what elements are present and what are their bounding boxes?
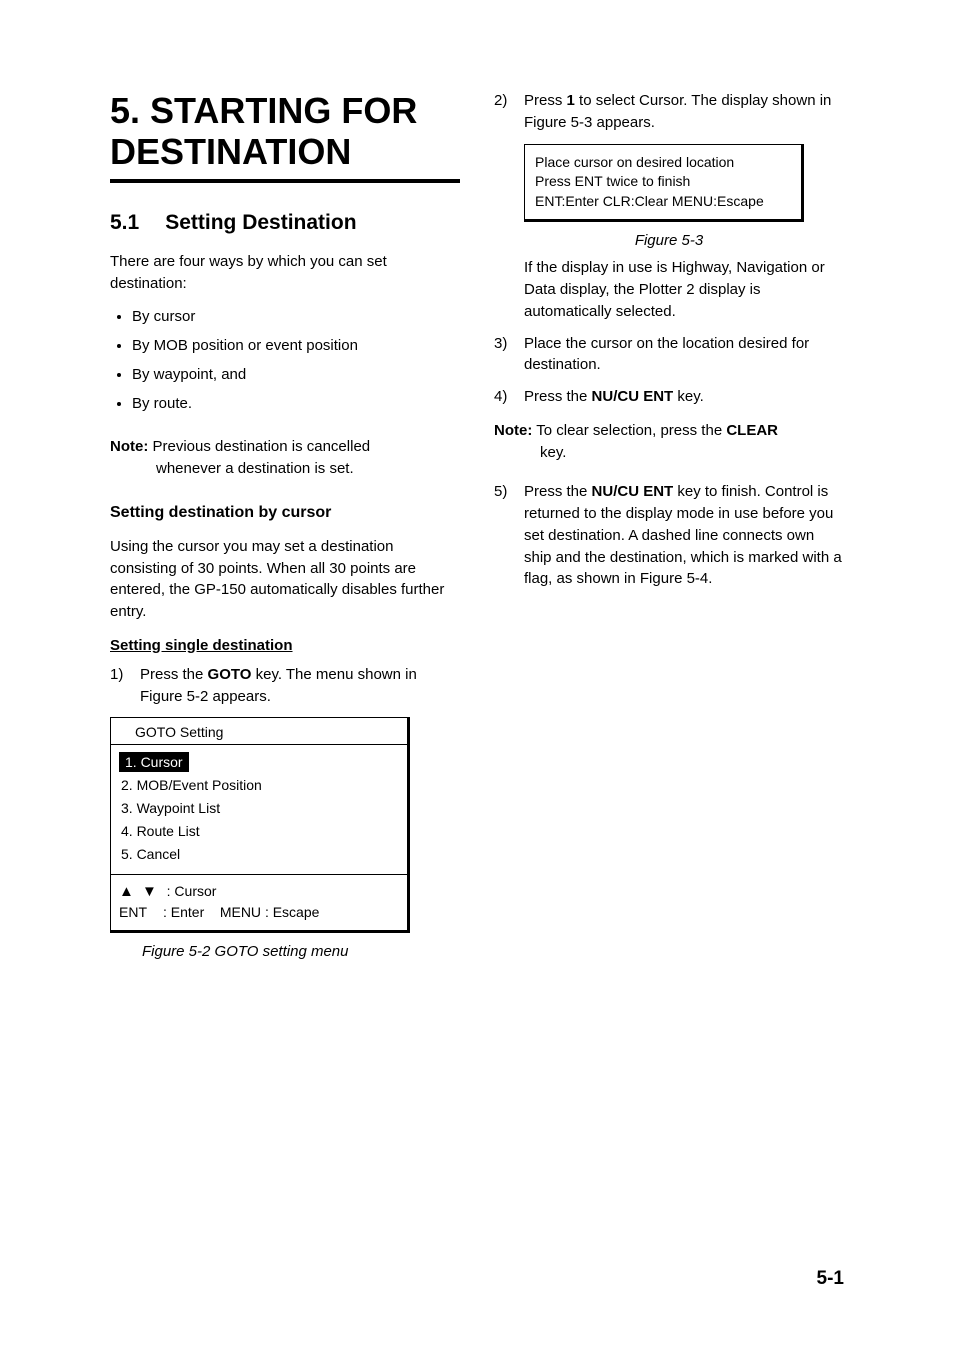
step-5: 5) Press the NU/CU ENT key to finish. Co…: [494, 481, 844, 590]
section-heading: 5.1 Setting Destination: [110, 211, 460, 235]
footer-label: : Cursor: [167, 883, 217, 899]
section-title: Setting Destination: [165, 211, 356, 234]
panel-line: ENT:Enter CLR:Clear MENU:Escape: [535, 192, 791, 212]
step-text: key.: [673, 388, 704, 405]
step-number: 3): [494, 333, 507, 355]
list-item: By route.: [132, 395, 460, 412]
after-figure-text: If the display in use is Highway, Naviga…: [494, 257, 844, 322]
step-text: Place the cursor on the location desired…: [524, 335, 809, 374]
key-name: NU/CU ENT: [592, 483, 674, 500]
note-text: Previous destination is cancelled: [153, 438, 371, 455]
step-2: 2) Press 1 to select Cursor. The display…: [494, 90, 844, 134]
bullet-list: By cursor By MOB position or event posit…: [110, 308, 460, 412]
step-1: 1) Press the GOTO key. The menu shown in…: [110, 664, 460, 708]
figure-caption: Figure 5-3: [494, 232, 844, 249]
key-name: CLEAR: [726, 422, 778, 439]
up-down-arrows-icon: ▲ ▼: [119, 883, 159, 900]
panel-title: GOTO Setting: [111, 718, 407, 744]
note-text: key.: [494, 442, 844, 464]
step-number: 2): [494, 90, 507, 112]
key-name: GOTO: [208, 666, 252, 683]
step-number: 4): [494, 386, 507, 408]
footer-label: : Escape: [265, 904, 319, 920]
key-name: 1: [567, 92, 575, 109]
cursor-instruction-panel: Place cursor on desired location Press E…: [524, 144, 804, 223]
page-number: 5-1: [817, 1268, 844, 1290]
chapter-title: 5. STARTING FOR DESTINATION: [110, 90, 460, 173]
panel-line: Place cursor on desired location: [535, 153, 791, 173]
step-4: 4) Press the NU/CU ENT key.: [494, 386, 844, 408]
cursor-paragraph: Using the cursor you may set a destinati…: [110, 536, 460, 623]
note-text: To clear selection, press the: [536, 422, 726, 439]
step-3: 3) Place the cursor on the location desi…: [494, 333, 844, 377]
section-number: 5.1: [110, 211, 139, 235]
figure-caption: Figure 5-2 GOTO setting menu: [142, 943, 460, 960]
list-item: By cursor: [132, 308, 460, 325]
step-text: Press: [524, 92, 567, 109]
intro-paragraph: There are four ways by which you can set…: [110, 251, 460, 295]
step-text: Press the: [524, 388, 592, 405]
step-text: Press the: [140, 666, 208, 683]
subsubheading-single: Setting single destination: [110, 637, 460, 654]
list-item: By waypoint, and: [132, 366, 460, 383]
footer-label: : Enter: [163, 904, 204, 920]
step-number: 1): [110, 664, 123, 686]
note-text: whenever a destination is set.: [110, 458, 460, 480]
menu-option-selected[interactable]: 1. Cursor: [119, 752, 189, 772]
title-rule: [110, 179, 460, 183]
step-text: Press the: [524, 483, 592, 500]
list-item: By MOB position or event position: [132, 337, 460, 354]
footer-key: MENU: [220, 904, 261, 920]
menu-option[interactable]: 5. Cancel: [117, 843, 401, 865]
note-previous-destination: Note: Previous destination is cancelled …: [110, 436, 460, 480]
key-name: NU/CU ENT: [592, 388, 674, 405]
note-clear-selection: Note: To clear selection, press the CLEA…: [494, 420, 844, 464]
menu-option[interactable]: 2. MOB/Event Position: [117, 774, 401, 796]
note-label: Note:: [110, 438, 148, 455]
menu-option[interactable]: 4. Route List: [117, 820, 401, 842]
subheading-cursor: Setting destination by cursor: [110, 504, 460, 522]
menu-option[interactable]: 3. Waypoint List: [117, 797, 401, 819]
panel-line: Press ENT twice to finish: [535, 172, 791, 192]
footer-key: ENT: [119, 904, 163, 920]
note-label: Note:: [494, 422, 532, 439]
step-number: 5): [494, 481, 507, 503]
goto-setting-panel: GOTO Setting 1. Cursor 2. MOB/Event Posi…: [110, 717, 410, 933]
